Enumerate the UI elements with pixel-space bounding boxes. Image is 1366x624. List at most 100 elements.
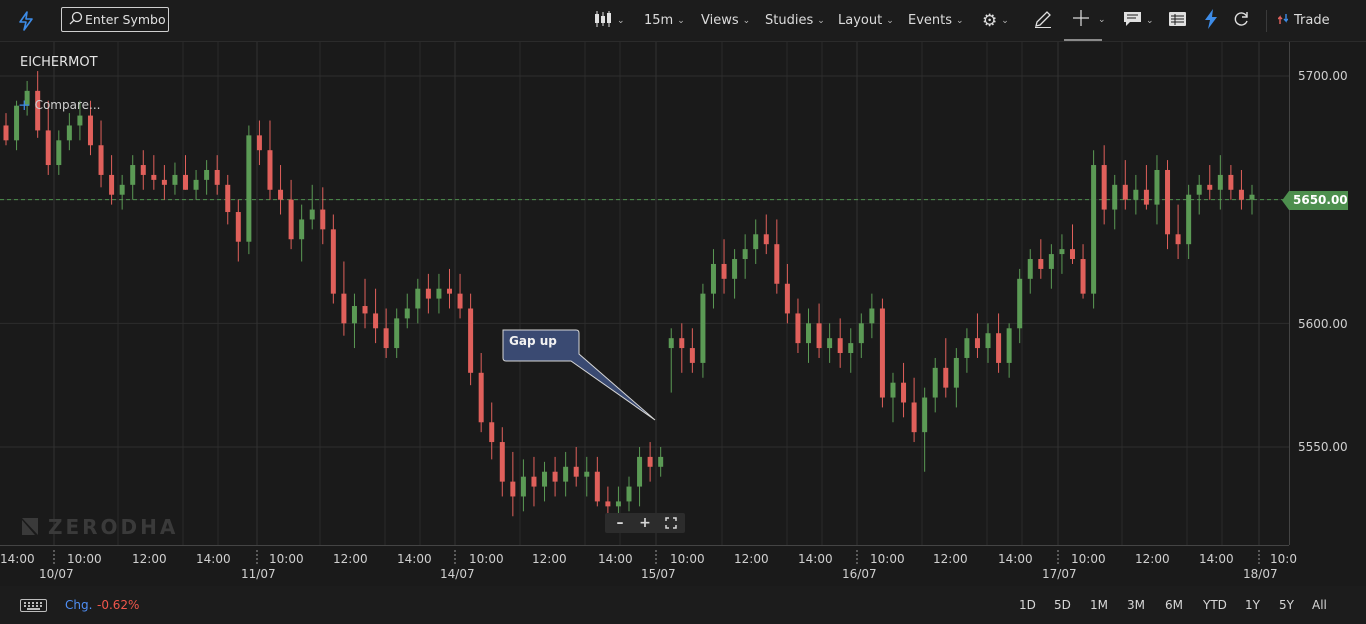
candle bbox=[943, 338, 949, 398]
candle bbox=[795, 298, 801, 354]
candle bbox=[964, 328, 970, 373]
candle bbox=[1101, 145, 1107, 225]
candle bbox=[1112, 174, 1118, 230]
candle bbox=[806, 308, 812, 363]
candle bbox=[394, 308, 400, 358]
annotation-text: Gap up bbox=[509, 334, 557, 348]
data-window-button[interactable] bbox=[1168, 0, 1187, 41]
candle bbox=[689, 328, 695, 373]
change-value: -0.62% bbox=[97, 598, 140, 612]
candle bbox=[1238, 169, 1244, 210]
candle bbox=[499, 427, 505, 497]
candle bbox=[119, 174, 125, 210]
draw-button[interactable] bbox=[1033, 0, 1053, 41]
refresh-button[interactable] bbox=[1232, 0, 1250, 41]
date-label: 14/07 bbox=[440, 567, 475, 581]
date-label: 17/07 bbox=[1042, 567, 1077, 581]
crosshair-button[interactable]: ⌄ bbox=[1064, 0, 1106, 41]
range-5y[interactable]: 5Y bbox=[1279, 598, 1294, 612]
symbol-input[interactable] bbox=[85, 12, 165, 27]
candlestick-chart[interactable] bbox=[0, 42, 1289, 545]
price-axis[interactable]: 5700.00 5600.00 5550.00 bbox=[1289, 42, 1366, 545]
candle bbox=[763, 214, 769, 255]
zoom-controls: – + bbox=[605, 513, 685, 533]
candle bbox=[974, 313, 980, 358]
studies-dropdown[interactable]: Studies ⌄ bbox=[765, 0, 825, 41]
compare-button[interactable]: + Compare... bbox=[18, 96, 100, 114]
candle bbox=[3, 113, 9, 146]
candle bbox=[140, 150, 146, 190]
chevron-down-icon: ⌄ bbox=[886, 15, 894, 26]
range-all[interactable]: All bbox=[1312, 598, 1327, 612]
chart-type-button[interactable]: ⌄ bbox=[593, 0, 625, 41]
candle bbox=[267, 120, 273, 200]
views-label: Views bbox=[701, 13, 739, 28]
time-label: 10:00 bbox=[469, 552, 504, 566]
layout-dropdown[interactable]: Layout ⌄ bbox=[838, 0, 894, 41]
events-dropdown[interactable]: Events ⌄ bbox=[908, 0, 964, 41]
settings-button[interactable]: ⚙ ⌄ bbox=[982, 0, 1009, 41]
change-label: Chg. bbox=[65, 598, 93, 612]
trade-button[interactable]: Trade bbox=[1277, 0, 1330, 41]
watermark-text: ZERODHA bbox=[47, 515, 179, 539]
interval-label: 15m bbox=[644, 13, 674, 28]
candle bbox=[278, 165, 284, 215]
range-6m[interactable]: 6M bbox=[1165, 598, 1183, 612]
candle bbox=[468, 293, 474, 386]
range-1m[interactable]: 1M bbox=[1090, 598, 1108, 612]
candle bbox=[679, 323, 685, 373]
zoom-out-button[interactable]: – bbox=[610, 513, 630, 533]
range-ytd[interactable]: YTD bbox=[1203, 598, 1227, 612]
bottom-bar: Chg. -0.62% 1D 5D 1M 3M 6M YTD 1Y 5Y All bbox=[0, 586, 1366, 624]
symbol-search[interactable] bbox=[61, 7, 169, 32]
chevron-down-icon: ⌄ bbox=[677, 15, 685, 26]
bolt-icon bbox=[1203, 8, 1219, 33]
table-icon bbox=[1168, 11, 1187, 31]
price-label: 5700.00 bbox=[1298, 69, 1348, 83]
bolt-button[interactable] bbox=[1203, 0, 1219, 41]
chevron-down-icon: ⌄ bbox=[1001, 15, 1009, 26]
candle bbox=[351, 293, 357, 349]
candle bbox=[161, 165, 167, 200]
pencil-icon bbox=[1033, 9, 1053, 33]
range-1d[interactable]: 1D bbox=[1019, 598, 1036, 612]
views-dropdown[interactable]: Views ⌄ bbox=[701, 0, 750, 41]
candle bbox=[837, 318, 843, 368]
time-label: 10:0 bbox=[1270, 552, 1297, 566]
time-label: 14:00 bbox=[1199, 552, 1234, 566]
candle bbox=[594, 456, 600, 507]
candle bbox=[98, 120, 104, 188]
range-1y[interactable]: 1Y bbox=[1245, 598, 1260, 612]
current-price-value: 5650.00 bbox=[1293, 193, 1348, 207]
candle bbox=[130, 155, 136, 200]
range-3m[interactable]: 3M bbox=[1127, 598, 1145, 612]
candle bbox=[446, 268, 452, 309]
candle bbox=[996, 313, 1002, 373]
time-label: 10:00 bbox=[1071, 552, 1106, 566]
keyboard-icon[interactable] bbox=[20, 599, 47, 612]
time-label: 14:00 bbox=[998, 552, 1033, 566]
candle bbox=[1006, 323, 1012, 378]
candle bbox=[922, 387, 928, 472]
candle bbox=[552, 456, 558, 497]
candle bbox=[373, 288, 379, 344]
zoom-in-button[interactable]: + bbox=[635, 513, 655, 533]
chart-area[interactable] bbox=[0, 42, 1289, 545]
chevron-down-icon: ⌄ bbox=[1098, 14, 1106, 25]
search-icon bbox=[69, 11, 83, 28]
flash-icon[interactable] bbox=[17, 0, 35, 41]
candle bbox=[563, 451, 569, 497]
fullscreen-button[interactable] bbox=[661, 513, 681, 533]
chevron-down-icon: ⌄ bbox=[742, 15, 751, 26]
range-5d[interactable]: 5D bbox=[1054, 598, 1071, 612]
candle bbox=[193, 169, 199, 200]
comment-button[interactable]: ⌄ bbox=[1123, 0, 1154, 41]
current-price-badge: 5650.00 bbox=[1282, 191, 1348, 210]
watermark-logo: ZERODHA bbox=[22, 515, 178, 539]
time-axis[interactable]: 14:00 10:00 12:00 14:00 10:00 12:00 14:0… bbox=[0, 545, 1297, 586]
fullscreen-icon bbox=[665, 517, 677, 529]
time-label: 12:00 bbox=[132, 552, 167, 566]
candle bbox=[1154, 155, 1160, 225]
interval-dropdown[interactable]: 15m ⌄ bbox=[644, 0, 685, 41]
time-label: 10:00 bbox=[870, 552, 905, 566]
